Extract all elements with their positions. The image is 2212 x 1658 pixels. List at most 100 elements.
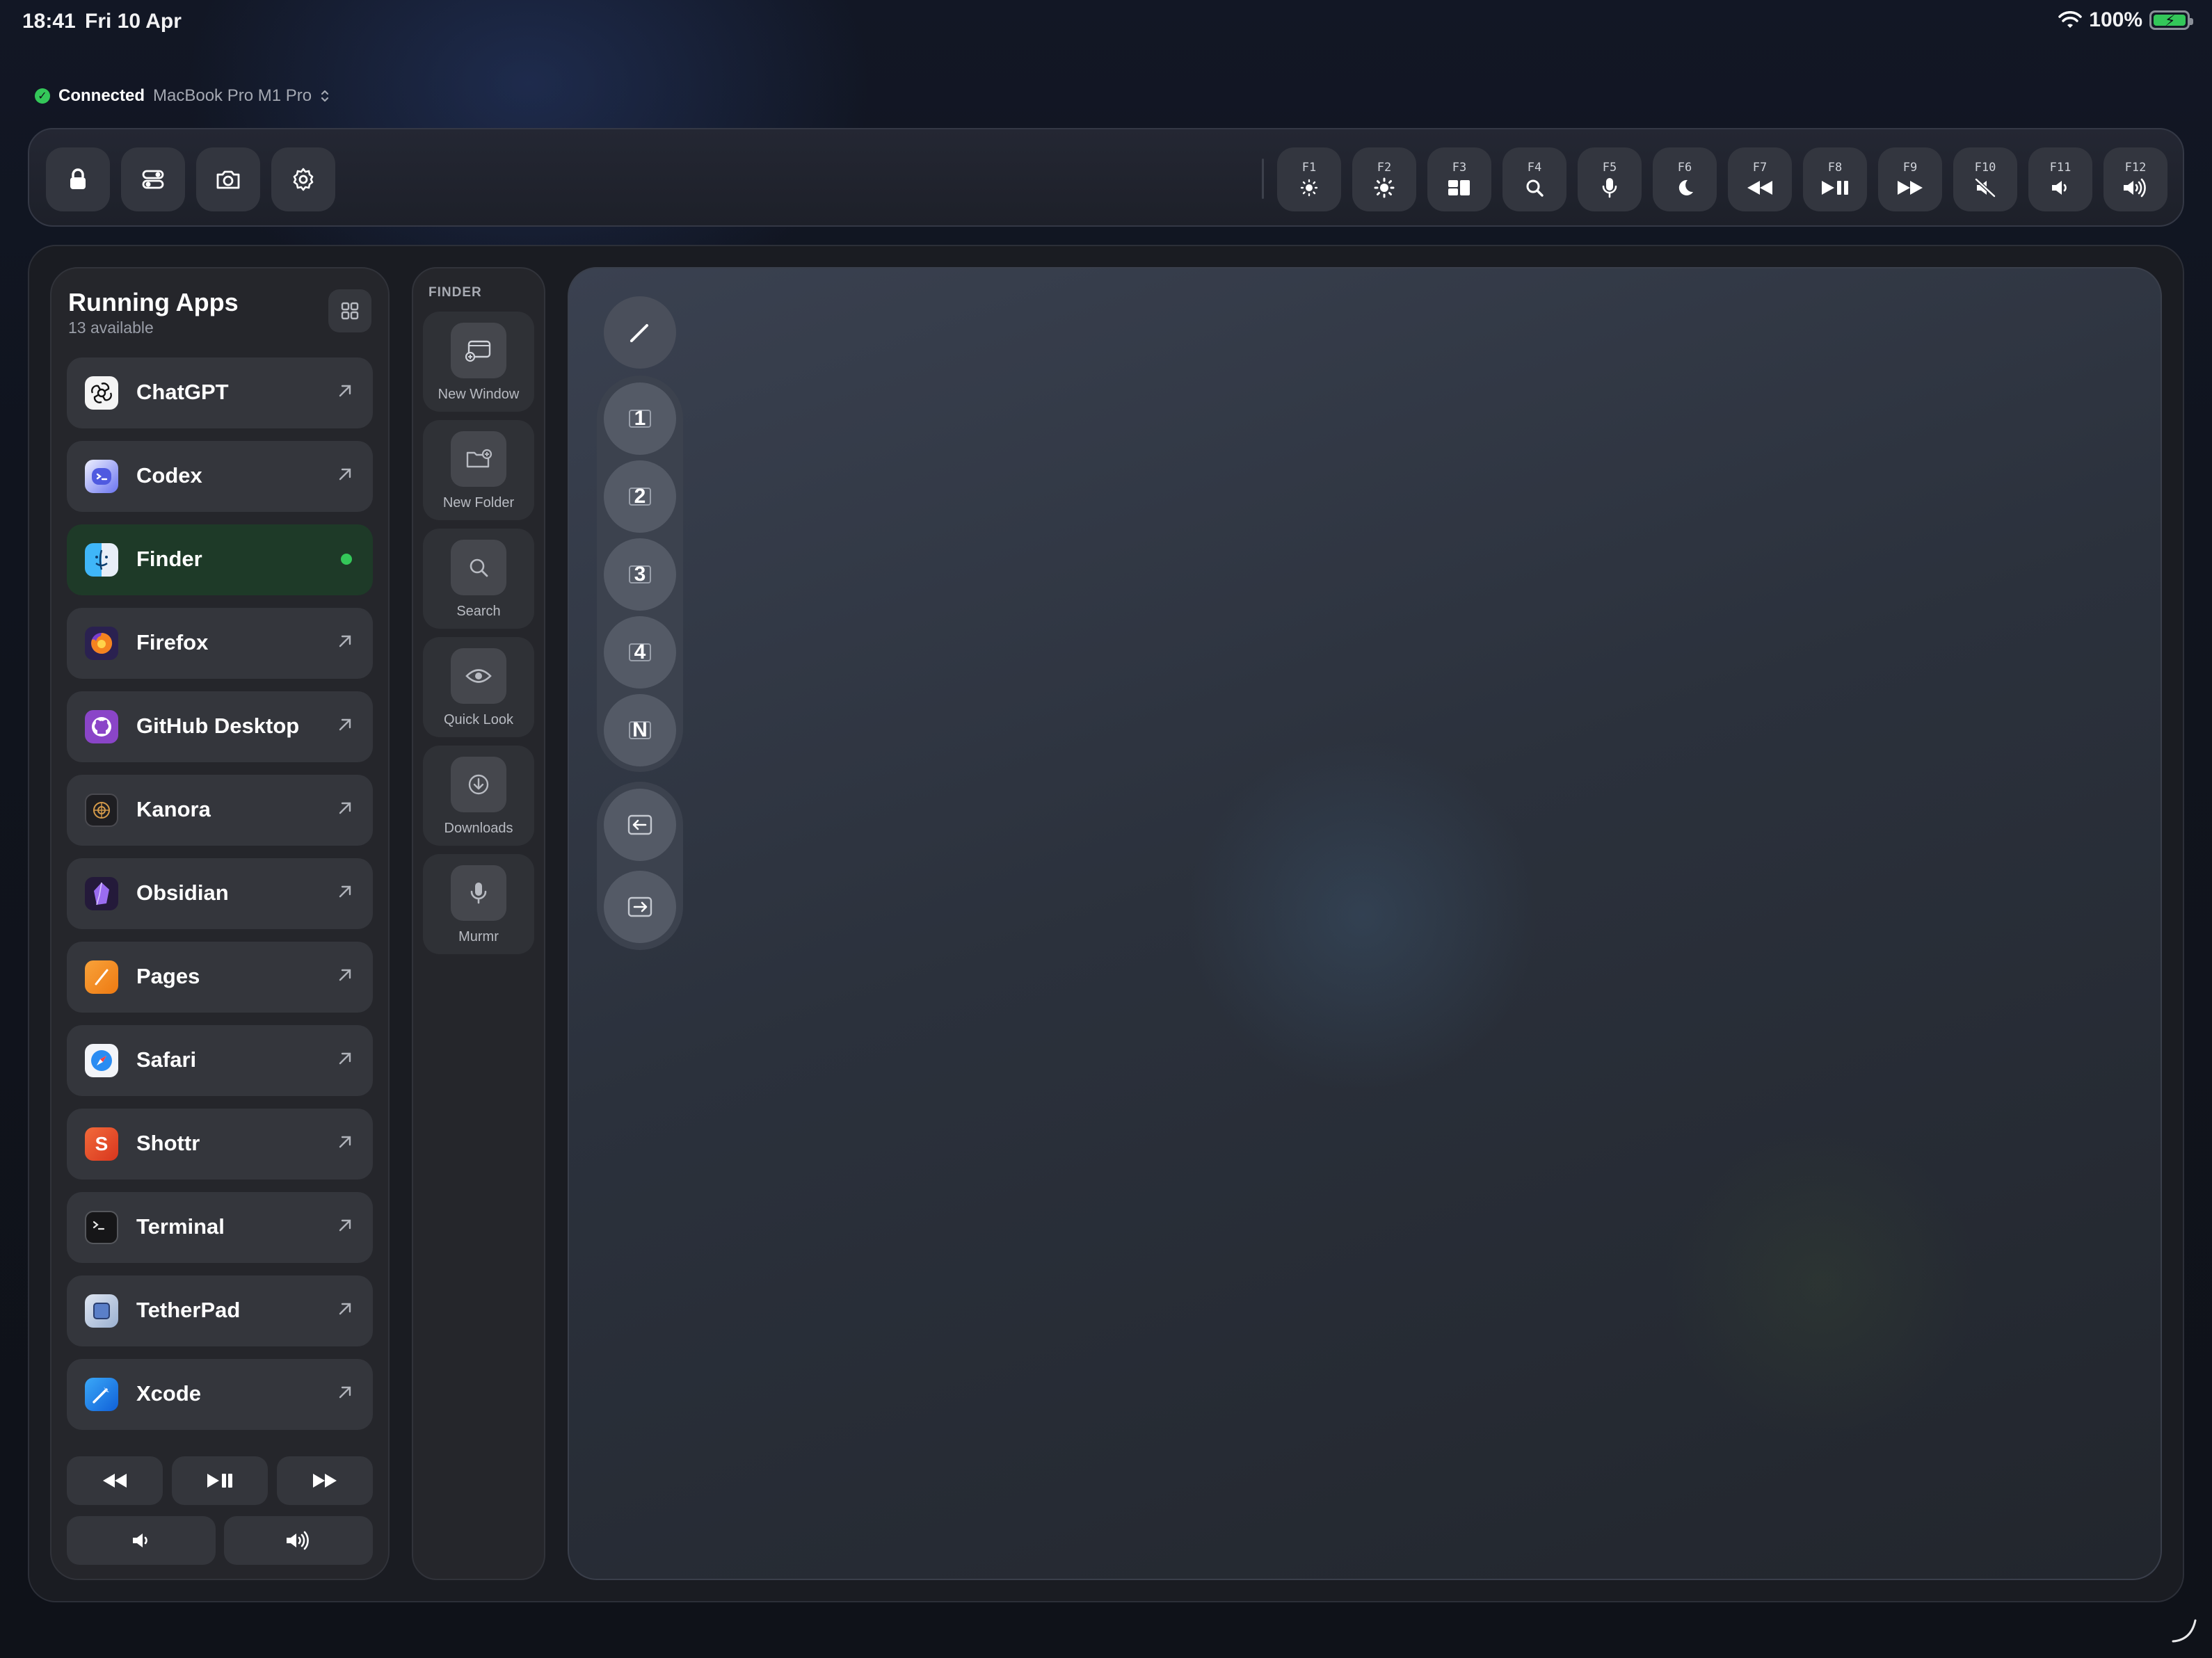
arrow-up-right-icon [339,1386,351,1399]
app-row-kanora[interactable]: Kanora [67,775,373,846]
pencil-icon [630,324,648,342]
fkey-f2[interactable]: F2 [1352,147,1416,211]
finder-new-folder-button[interactable]: New Folder [423,420,534,520]
fkey-f5[interactable]: F5 [1578,147,1642,211]
desktop-icon: 4 [626,641,654,664]
app-row-firefox[interactable]: Firefox [67,608,373,679]
spotlight-icon [1525,177,1544,198]
app-row-codex[interactable]: Codex [67,441,373,512]
app-row-chatgpt[interactable]: ChatGPT [67,357,373,428]
volume-down-icon [2050,177,2071,198]
rewind-button[interactable] [67,1456,163,1505]
previous-desktop-button[interactable] [604,789,676,861]
fkey-f8[interactable]: F8 [1803,147,1867,211]
fkey-f10[interactable]: F10 [1953,147,2017,211]
fkey-label: F1 [1301,161,1317,175]
connection-status[interactable]: ✓ Connected MacBook Pro M1 Pro [35,86,330,106]
desktop-1-button[interactable]: 1 [604,383,676,455]
finder-action-label: New Window [438,387,520,402]
app-row-shottr[interactable]: S Shottr [67,1109,373,1180]
arrow-up-right-icon [339,1052,351,1065]
play-pause-button[interactable] [172,1456,268,1505]
fkey-label: F8 [1827,161,1843,175]
arrow-up-right-icon [339,969,351,981]
app-name: Finder [136,547,202,571]
app-row-pages[interactable]: Pages [67,942,373,1013]
fkey-f1[interactable]: F1 [1277,147,1341,211]
lock-button[interactable] [46,147,110,211]
brightness-up-icon [1374,177,1395,198]
fkey-f6[interactable]: F6 [1653,147,1717,211]
toggles-button[interactable] [121,147,185,211]
finder-downloads-button[interactable]: Downloads [423,746,534,846]
fkey-label: F2 [1377,161,1392,175]
desktop-number: N [632,718,648,741]
app-name: Obsidian [136,880,229,905]
finder-action-label: Murmr [458,929,499,944]
app-row-tetherpad[interactable]: TetherPad [67,1275,373,1346]
desktop-number: 1 [634,407,646,430]
fkey-f3[interactable]: F3 [1427,147,1491,211]
app-name: Firefox [136,630,209,654]
fkey-f12[interactable]: F12 [2103,147,2167,211]
trackpad-canvas[interactable]: 1 2 3 4 N [568,267,2162,1580]
fkey-label: F6 [1677,161,1692,175]
screenshot-button[interactable] [196,147,260,211]
app-row-terminal[interactable]: Terminal [67,1192,373,1263]
app-name: TetherPad [136,1298,241,1322]
pen-tool-button[interactable] [604,296,676,369]
fkey-label: F7 [1752,161,1768,175]
codex-icon [85,460,118,493]
wifi-icon [2058,11,2083,28]
desktop-2-button[interactable]: 2 [604,460,676,533]
terminal-icon [85,1211,118,1244]
app-row-finder[interactable]: Finder [67,524,373,595]
finder-actions-panel: FINDER New Window New Folder Search Quic… [412,267,545,1580]
resize-handle-icon[interactable] [2170,1616,2198,1644]
finder-action-label: Quick Look [443,712,514,727]
fast-forward-button[interactable] [277,1456,373,1505]
mute-icon [1975,177,1996,198]
fkey-f11[interactable]: F11 [2028,147,2092,211]
desktop-new-button[interactable]: N [604,694,676,766]
desktop-number: 2 [634,485,646,508]
next-desktop-button[interactable] [604,871,676,943]
app-name: Kanora [136,797,211,821]
volume-up-icon [2122,177,2149,198]
app-row-safari[interactable]: Safari [67,1025,373,1096]
app-name: GitHub Desktop [136,714,300,738]
status-time: 18:41 [22,10,76,33]
fkey-f4[interactable]: F4 [1502,147,1566,211]
arrow-right-icon [627,896,652,917]
desktop-4-button[interactable]: 4 [604,616,676,689]
app-row-obsidian[interactable]: Obsidian [67,858,373,929]
rewind-icon [103,1474,127,1488]
volume-up-button[interactable] [224,1516,373,1565]
finder-action-label: Downloads [444,821,513,836]
finder-new-window-button[interactable]: New Window [423,312,534,412]
finder-murmr-button[interactable]: Murmr [423,854,534,954]
battery-percent: 100% [2089,8,2142,31]
microphone-icon [451,865,506,921]
fkey-f9[interactable]: F9 [1878,147,1942,211]
shottr-letter: S [95,1133,109,1154]
desktop-3-button[interactable]: 3 [604,538,676,611]
checkmark-icon: ✓ [35,88,50,104]
app-name: Pages [136,964,200,988]
finder-search-button[interactable]: Search [423,529,534,629]
new-window-icon [451,323,506,378]
desktop-switcher: 1 2 3 4 N [597,376,683,772]
finder-quick-look-button[interactable]: Quick Look [423,637,534,737]
play-pause-icon [207,1474,232,1488]
grid-view-button[interactable] [328,289,371,332]
settings-button[interactable] [271,147,335,211]
tetherpad-icon [85,1294,118,1328]
toolbar-divider [1262,159,1264,199]
running-apps-count: 13 available [68,319,154,337]
volume-down-button[interactable] [67,1516,216,1565]
volume-up-icon [287,1531,309,1550]
fkey-f7[interactable]: F7 [1728,147,1792,211]
app-row-xcode[interactable]: Xcode [67,1359,373,1430]
camera-icon [216,170,240,189]
app-row-github-desktop[interactable]: GitHub Desktop [67,691,373,762]
